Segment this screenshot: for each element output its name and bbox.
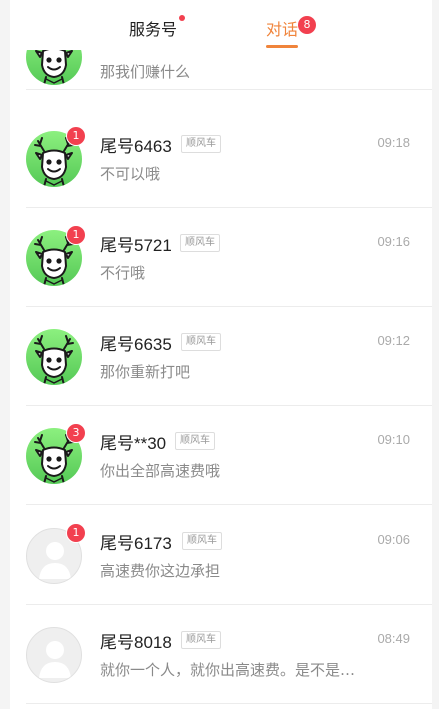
conversation-row[interactable]: 1 尾号6173 顺风车 09:06 高速费你这边承担	[10, 506, 432, 605]
last-message-preview: 高速费你这边承担	[100, 562, 221, 580]
conversation-row[interactable]: 1 尾号6463 顺风车 09:18 不可以哦	[10, 109, 432, 208]
row-divider	[26, 89, 432, 90]
message-time: 09:12	[377, 333, 410, 348]
unread-badge: 1	[66, 126, 86, 146]
service-tag: 顺风车	[180, 234, 220, 252]
service-tag: 顺风车	[181, 135, 221, 153]
unread-badge: 1	[66, 225, 86, 245]
conversation-row[interactable]: 3 尾号**30 顺风车 09:10 你出全部高速费哦	[10, 406, 432, 505]
tab-service[interactable]: 服务号	[129, 16, 177, 40]
row-divider	[26, 504, 432, 505]
conversation-row[interactable]: 尾号8018 顺风车 08:49 就你一个人，就你出高速费。是不是…	[10, 605, 432, 704]
tab-chat[interactable]: 对话	[266, 16, 298, 40]
service-tag: 顺风车	[175, 432, 215, 450]
conversation-row[interactable]: 尾号6635 顺风车 09:12 那你重新打吧	[10, 307, 432, 406]
contact-name: 尾号6463	[100, 137, 172, 156]
page: 服务号 对话 8 那我们赚什么 1 尾号6463 顺风车 09:18 不可以哦	[0, 0, 439, 709]
last-message-preview: 不行哦	[100, 264, 146, 282]
unread-badge: 1	[66, 523, 86, 543]
deer-avatar-icon[interactable]	[26, 329, 82, 385]
message-time: 09:18	[377, 135, 410, 150]
conversation-panel: 服务号 对话 8 那我们赚什么 1 尾号6463 顺风车 09:18 不可以哦	[10, 0, 432, 709]
contact-name: 尾号8018	[100, 633, 172, 652]
contact-name: 尾号6173	[100, 534, 172, 553]
message-time: 08:49	[377, 631, 410, 646]
service-tag: 顺风车	[181, 333, 221, 351]
message-time: 09:06	[377, 532, 410, 547]
service-tag: 顺风车	[181, 631, 221, 649]
last-message-preview: 就你一个人，就你出高速费。是不是…	[100, 661, 356, 679]
person-silhouette-icon[interactable]	[26, 627, 82, 683]
conversation-row[interactable]: 1 尾号5721 顺风车 09:16 不行哦	[10, 208, 432, 307]
last-message-preview: 不可以哦	[100, 165, 161, 183]
message-time: 09:10	[377, 432, 410, 447]
contact-name: 尾号6635	[100, 335, 172, 354]
active-tab-indicator	[266, 45, 298, 48]
last-message-preview: 你出全部高速费哦	[100, 462, 221, 480]
last-message-preview: 那我们赚什么	[100, 63, 191, 81]
contact-name: 尾号5721	[100, 236, 172, 255]
row-divider	[26, 703, 432, 704]
message-time: 09:16	[377, 234, 410, 249]
unread-badge: 3	[66, 423, 86, 443]
chat-count-badge: 8	[298, 16, 316, 34]
service-tag: 顺风车	[182, 532, 222, 550]
service-unread-dot	[179, 15, 185, 21]
last-message-preview: 那你重新打吧	[100, 363, 191, 381]
contact-name: 尾号**30	[100, 434, 167, 453]
tab-bar: 服务号 对话 8	[10, 0, 432, 50]
